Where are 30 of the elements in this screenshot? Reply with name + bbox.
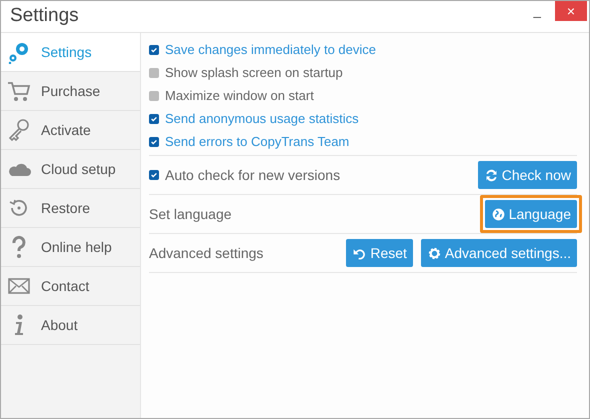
cart-icon: [7, 79, 31, 103]
globe-icon: [490, 206, 506, 222]
sidebar-item[interactable]: Restore: [1, 189, 140, 228]
refresh-icon: [484, 168, 499, 182]
sidebar-item[interactable]: Contact: [1, 267, 140, 306]
sidebar-item[interactable]: Online help: [1, 228, 140, 267]
sidebar-item[interactable]: Purchase: [1, 72, 140, 111]
option-label: Send errors to CopyTrans Team: [165, 132, 350, 151]
sidebar-item[interactable]: Cloud setup: [1, 150, 140, 189]
checkbox[interactable]: [149, 44, 159, 54]
option-label: Auto check for new versions: [165, 166, 342, 184]
gear-icon: [426, 246, 442, 260]
key-icon: [7, 118, 31, 142]
checkbox[interactable]: [149, 90, 159, 100]
checkbox[interactable]: [149, 170, 159, 180]
option-label: Show splash screen on startup: [165, 64, 343, 82]
sidebar-item[interactable]: Activate: [1, 111, 140, 150]
sidebar-item[interactable]: About: [1, 306, 140, 345]
option-label: Send anonymous usage statistics: [165, 110, 359, 128]
option-label: Save changes immediately to device: [165, 40, 376, 59]
close-button[interactable]: ×: [555, 1, 587, 21]
setting-label: Advanced settings: [149, 244, 264, 263]
checkbox[interactable]: [149, 136, 159, 146]
checkbox[interactable]: [149, 68, 159, 78]
option-label: Maximize window on start: [165, 86, 314, 105]
window-title: Settings: [9, 4, 80, 28]
minimize-button[interactable]: –: [519, 1, 555, 32]
gears-icon: [7, 40, 31, 64]
setting-label: Set language: [149, 204, 233, 224]
checkbox[interactable]: [149, 114, 159, 124]
